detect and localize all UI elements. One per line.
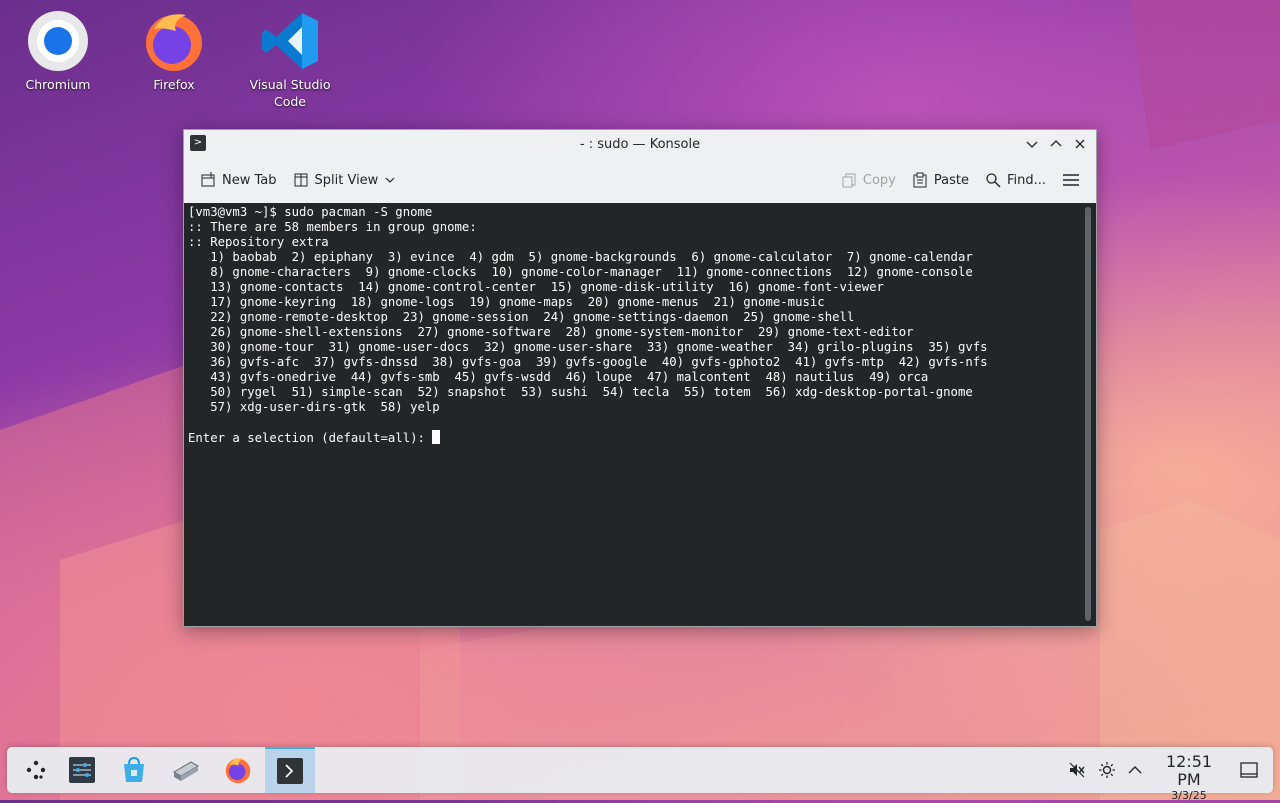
title-bar[interactable]: > - : sudo — Konsole (184, 130, 1096, 158)
terminal-line: 43) gvfs-onedrive 44) gvfs-smb 45) gvfs-… (210, 370, 929, 384)
taskbar-konsole[interactable] (265, 747, 315, 793)
konsole-app-icon: > (190, 135, 206, 151)
vscode-icon (257, 8, 323, 74)
search-icon (986, 173, 1001, 188)
terminal-line: 17) gnome-keyring 18) gnome-logs 19) gno… (210, 295, 825, 309)
minimize-button[interactable] (1022, 134, 1042, 154)
terminal-output: [vm3@vm3 ~]$ sudo pacman -S gnome :: The… (188, 205, 988, 446)
terminal-line: 50) rygel 51) simple-scan 52) snapshot 5… (210, 385, 973, 399)
new-tab-button[interactable]: New Tab (192, 166, 285, 194)
paste-button[interactable]: Paste (904, 166, 977, 194)
terminal-cursor (432, 430, 441, 444)
system-settings-icon (69, 757, 95, 783)
konsole-window: > - : sudo — Konsole New Tab Split View (183, 129, 1097, 627)
scrollbar[interactable] (1085, 207, 1091, 621)
desktop-icon-chromium[interactable]: Chromium (8, 8, 108, 93)
hamburger-menu-button[interactable] (1054, 166, 1088, 194)
taskbar-system-settings[interactable] (57, 747, 107, 793)
new-tab-icon (201, 172, 215, 187)
show-desktop-icon (1240, 762, 1258, 778)
window-title: - : sudo — Konsole (579, 136, 701, 152)
terminal-line: 30) gnome-tour 31) gnome-user-docs 32) g… (210, 340, 988, 354)
split-view-icon (294, 173, 307, 187)
app-launcher-icon (26, 760, 46, 780)
desktop-icon-label: Chromium (25, 77, 91, 92)
terminal-line: :: There are 58 members in group gnome: (188, 220, 477, 234)
terminal-line: 57) xdg-user-dirs-gtk 58) yelp (210, 400, 440, 414)
desktop-icon-vscode[interactable]: Visual Studio Code (240, 8, 340, 110)
terminal-line: :: Repository extra (188, 235, 329, 249)
taskbar-scanner[interactable] (161, 747, 211, 793)
find-label: Find... (1006, 172, 1046, 188)
desktop-icon-firefox[interactable]: Firefox (124, 8, 224, 93)
chevron-down-icon (385, 177, 395, 183)
volume-muted-icon (1069, 762, 1085, 778)
clock-date: 3/3/25 (1171, 789, 1207, 802)
konsole-icon (277, 758, 303, 784)
tray-expand-icon (1128, 766, 1142, 774)
brightness-icon (1099, 762, 1115, 778)
desktop-icon-label: Visual Studio Code (249, 77, 331, 109)
show-desktop-button[interactable] (1235, 747, 1263, 793)
terminal-line: [vm3@vm3 ~]$ sudo pacman -S gnome (188, 205, 433, 219)
new-tab-label: New Tab (222, 172, 277, 188)
chromium-icon (25, 8, 91, 74)
copy-icon (842, 173, 856, 188)
scanner-icon (173, 761, 199, 781)
brightness-button[interactable] (1093, 747, 1121, 793)
split-view-label: Split View (314, 172, 379, 188)
paste-label: Paste (933, 172, 969, 188)
taskbar-firefox[interactable] (213, 747, 263, 793)
tray-expand-button[interactable] (1121, 747, 1149, 793)
clock-time: 12:51 PM (1165, 752, 1213, 789)
terminal-line: 36) gvfs-afc 37) gvfs-dnssd 38) gvfs-goa… (210, 355, 988, 369)
terminal-line: 1) baobab 2) epiphany 3) evince 4) gdm 5… (210, 250, 973, 264)
split-view-button[interactable]: Split View (285, 166, 405, 194)
terminal-line: 8) gnome-characters 9) gnome-clocks 10) … (210, 265, 973, 279)
paste-icon (913, 172, 927, 188)
terminal-line: 26) gnome-shell-extensions 27) gnome-sof… (210, 325, 914, 339)
taskbar-discover[interactable] (109, 747, 159, 793)
hamburger-menu-icon (1063, 174, 1079, 186)
terminal-view[interactable]: [vm3@vm3 ~]$ sudo pacman -S gnome :: The… (184, 203, 1096, 626)
volume-button[interactable] (1063, 747, 1091, 793)
taskbar: 12:51 PM 3/3/25 (7, 747, 1273, 802)
terminal-line: 22) gnome-remote-desktop 23) gnome-sessi… (210, 310, 855, 324)
terminal-prompt: Enter a selection (default=all): (188, 431, 433, 445)
maximize-button[interactable] (1046, 134, 1066, 154)
toolbar: New Tab Split View Copy Paste Find... (184, 158, 1096, 202)
firefox-icon (225, 758, 251, 784)
close-button[interactable] (1070, 134, 1090, 154)
firefox-icon (141, 8, 207, 74)
maximize-icon (1050, 140, 1062, 147)
clock[interactable]: 12:51 PM 3/3/25 (1153, 753, 1225, 803)
minimize-icon (1026, 141, 1038, 148)
desktop-icon-label: Firefox (153, 77, 195, 92)
discover-icon (124, 756, 144, 782)
close-icon (1075, 139, 1085, 149)
app-launcher-button[interactable] (11, 747, 61, 793)
copy-button[interactable]: Copy (833, 166, 904, 194)
copy-label: Copy (862, 172, 896, 188)
find-button[interactable]: Find... (977, 166, 1054, 194)
terminal-line: 13) gnome-contacts 14) gnome-control-cen… (210, 280, 884, 294)
